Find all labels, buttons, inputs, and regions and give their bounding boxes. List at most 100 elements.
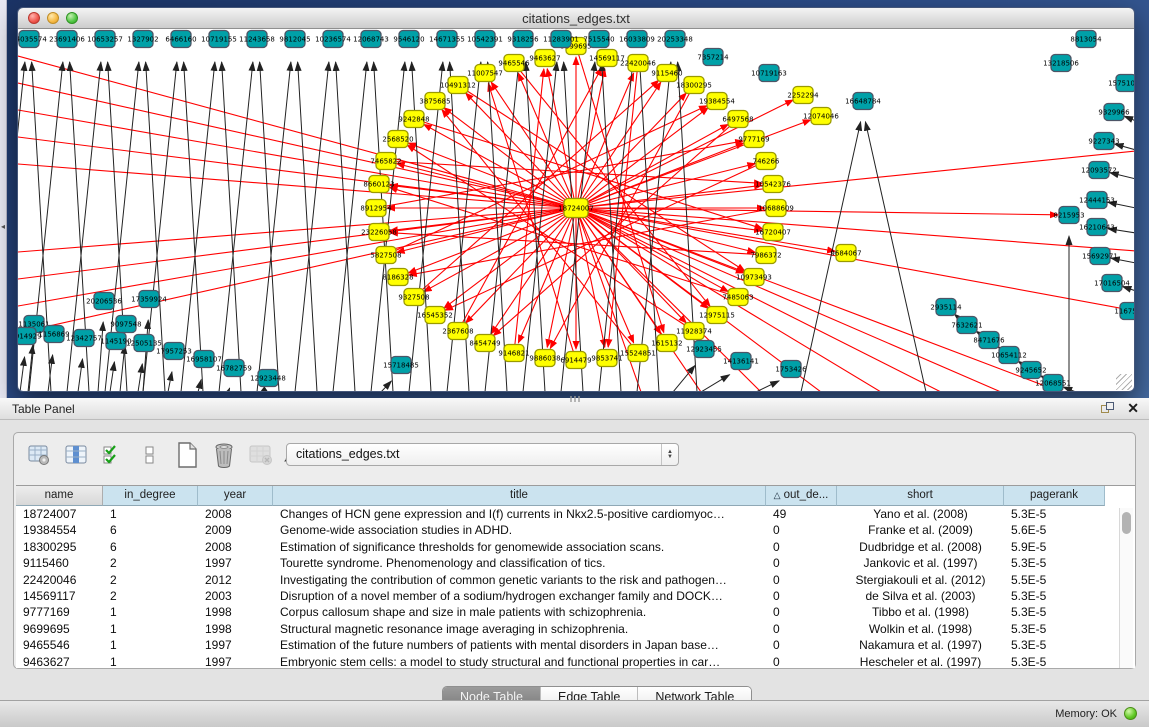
table-row[interactable]: 946362711997Embryonic stem cells: a mode… [16,654,1135,668]
left-panel-divider[interactable]: ◂ [0,0,7,398]
table-row[interactable]: 1456911722003Disruption of a novel membe… [16,588,1135,604]
table-row[interactable]: 2242004622012Investigating the contribut… [16,572,1135,588]
graph-node[interactable]: 20253348 [657,31,693,48]
table-selector-dropdown[interactable]: citations_edges.txt ▲▼ [286,443,679,466]
network-graph[interactable]: 1068860916720407798637210973493748506312… [18,29,1135,392]
column-header-name[interactable]: name [16,486,103,506]
graph-hub-node[interactable]: 18724007 [558,199,594,218]
graph-node[interactable]: 9463627 [529,50,560,67]
graph-node[interactable]: 17359924 [131,291,167,308]
graph-node[interactable]: 10719163 [751,65,787,82]
table-row[interactable]: 977716911998Corpus callosum shape and si… [16,604,1135,620]
graph-node[interactable]: 9318256 [507,31,539,48]
table-row[interactable]: 911546021997Tourette syndrome. Phenomeno… [16,555,1135,571]
graph-node[interactable]: 8454749 [469,335,500,352]
graph-node[interactable]: 10236574 [315,31,351,48]
graph-node[interactable]: 2568520 [382,131,413,148]
table-row[interactable]: 1830029562008Estimation of significance … [16,539,1135,555]
graph-node[interactable]: 11243658 [239,31,275,48]
graph-node[interactable]: 10719155 [201,31,237,48]
table-row[interactable]: 946554611997Estimation of the future num… [16,637,1135,653]
column-header-year[interactable]: year [198,486,273,506]
column-header-short[interactable]: short [837,486,1004,506]
graph-node[interactable]: 12068743 [353,31,389,48]
table-row[interactable]: 1938455462009Genome-wide association stu… [16,522,1135,538]
graph-node[interactable]: 9329966 [1098,104,1130,121]
graph-node[interactable]: 9812045 [279,31,310,48]
select-all-icon[interactable] [100,442,126,468]
graph-node[interactable]: 9465546 [498,55,530,72]
window-titlebar[interactable]: citations_edges.txt [18,8,1134,29]
graph-node[interactable]: 9146821 [498,345,529,362]
graph-node[interactable]: 1327902 [127,31,158,48]
column-header-out_de[interactable]: △out_de... [766,486,837,506]
graph-node[interactable]: 6466160 [165,31,196,48]
graph-node[interactable]: 10542376 [755,176,791,193]
graph-node[interactable]: 8471676 [973,332,1005,349]
graph-node[interactable]: 3875685 [419,93,450,110]
table-scrollbar[interactable] [1119,508,1133,668]
network-canvas[interactable]: 1068860916720407798637210973493748506312… [18,29,1134,392]
graph-node[interactable]: 9886038 [529,350,560,367]
graph-node[interactable]: 14035574 [18,31,47,48]
graph-node[interactable]: 1753426 [775,361,807,378]
graph-node[interactable]: 12975115 [699,307,735,324]
graph-node[interactable]: 9684067 [830,245,861,262]
table-row[interactable]: 1872400712008Changes of HCN gene express… [16,506,1135,522]
select-columns-icon[interactable] [63,442,89,468]
graph-node[interactable]: 10654112 [991,347,1027,364]
graph-node[interactable]: 746266 [753,153,780,170]
graph-node[interactable]: 12923455 [686,341,722,358]
table-settings-icon[interactable] [26,442,52,468]
column-header-title[interactable]: title [273,486,766,506]
graph-node[interactable]: 16720407 [755,224,791,241]
graph-node[interactable]: 12923448 [250,370,286,387]
graph-node[interactable]: 9227343 [1088,133,1119,150]
scrollbar-thumb[interactable] [1122,512,1131,534]
graph-node[interactable]: 11928374 [676,323,712,340]
graph-node[interactable]: 10653257 [87,31,123,48]
graph-node[interactable]: 9853741 [591,350,622,367]
graph-node[interactable]: 16033809 [619,31,655,48]
graph-node[interactable]: 12093572 [1081,162,1117,179]
panel-splitter-handle[interactable] [570,396,580,402]
graph-node[interactable]: 15751074 [1108,75,1135,92]
graph-node[interactable]: 16210643 [1079,219,1115,236]
graph-node[interactable]: 12444153 [1079,192,1115,209]
close-panel-icon[interactable]: ✕ [1127,400,1139,417]
window-resize-grip[interactable] [1116,374,1132,390]
graph-node[interactable]: 14136141 [723,353,759,370]
column-header-pagerank[interactable]: pagerank [1004,486,1105,506]
graph-node[interactable]: 2935114 [930,299,962,316]
graph-node[interactable]: 9097548 [110,316,141,333]
table-row[interactable]: 969969511998Structural magnetic resonanc… [16,621,1135,637]
graph-node[interactable]: 10491312 [440,77,476,94]
graph-node[interactable]: 7986372 [750,247,781,264]
graph-node[interactable]: 23691406 [49,31,85,48]
graph-node[interactable]: 9546120 [393,31,424,48]
graph-node[interactable]: 8813054 [1070,31,1102,48]
graph-node[interactable]: 15692971 [1082,248,1118,265]
graph-node[interactable]: 7632621 [951,317,982,334]
graph-node[interactable]: 7465822 [370,153,401,170]
graph-node[interactable]: 10688609 [758,200,794,217]
delete-selected-icon[interactable] [211,442,237,468]
graph-node[interactable]: 13218506 [1043,55,1079,72]
float-panel-icon[interactable] [1101,402,1115,416]
graph-node[interactable]: 10542391 [467,31,503,48]
graph-node[interactable]: 1167533 [1114,303,1135,320]
graph-node[interactable]: 23226058 [361,224,397,241]
graph-node[interactable]: 8660123 [363,176,394,193]
graph-node[interactable]: 8215953 [1053,207,1084,224]
graph-node[interactable]: 18300295 [676,77,712,94]
column-header-in_degree[interactable]: in_degree [103,486,198,506]
graph-node[interactable]: 20206536 [86,293,122,310]
graph-node[interactable]: 16648784 [845,93,881,110]
graph-node[interactable]: 5827508 [370,247,401,264]
graph-node[interactable]: 15718485 [383,357,419,374]
graph-node[interactable]: 17016504 [1094,275,1130,292]
new-file-icon[interactable] [174,442,200,468]
graph-node[interactable]: 2367608 [442,323,473,340]
graph-node[interactable]: 8912954 [360,200,392,217]
graph-node[interactable]: 12074046 [803,108,839,125]
